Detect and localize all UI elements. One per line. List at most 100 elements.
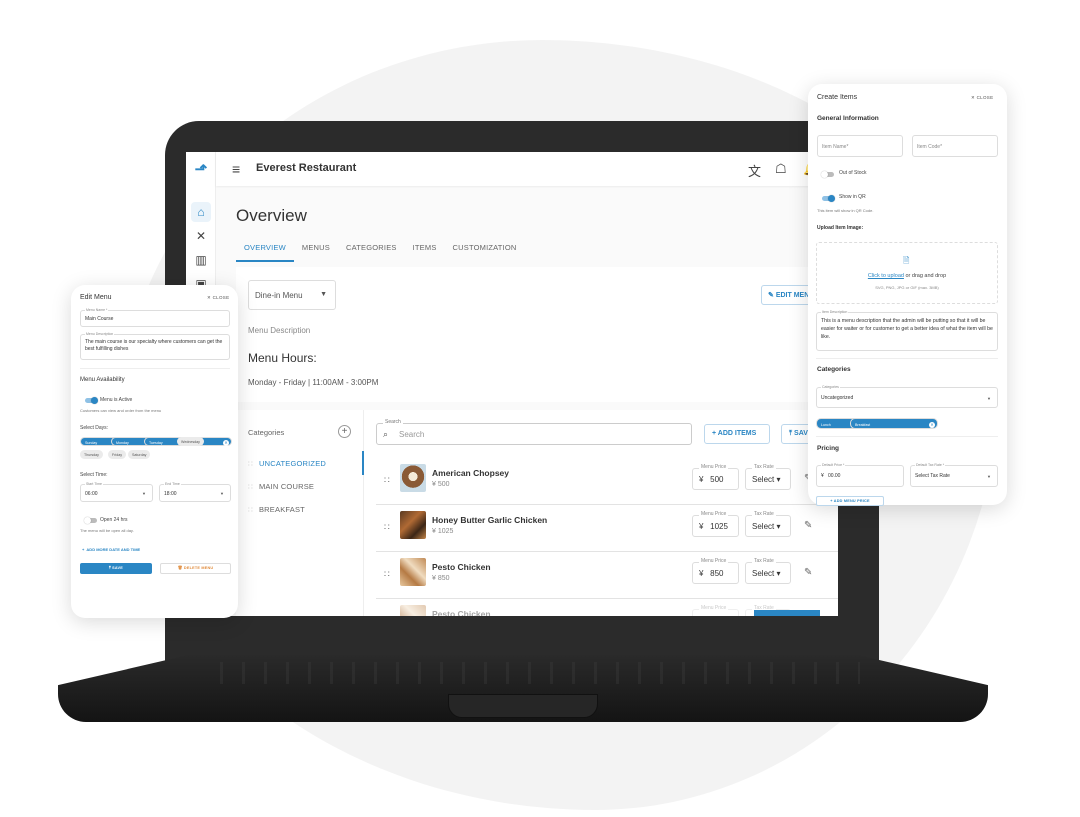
tax-rate-value: Select (752, 475, 775, 484)
day-chip-friday[interactable]: Friday (108, 450, 126, 459)
menu-name-label: Menu Name * (85, 308, 109, 312)
translate-icon[interactable]: 文 (748, 161, 761, 180)
item-description-field[interactable]: Item Description This is a menu descript… (816, 310, 998, 351)
tab-customization[interactable]: CUSTOMIZATION (445, 240, 525, 262)
out-of-stock-toggle[interactable] (821, 170, 834, 178)
item-code-input[interactable]: Item Code* (912, 135, 998, 157)
menu-description-field[interactable]: Menu Description The main course is our … (80, 332, 230, 360)
home-icon[interactable]: ⌂ (191, 202, 211, 222)
item-row[interactable]: ∷ Honey Butter Garlic Chicken ¥ 1025 Men… (376, 505, 838, 552)
edit-item-icon[interactable]: ✎ (804, 520, 812, 531)
category-label: BREAKFAST (258, 505, 305, 514)
add-more-label: ADD MORE DATE AND TIME (86, 547, 141, 552)
chip-label: Monday (116, 440, 129, 445)
drag-handle-icon[interactable]: ∷ (384, 569, 390, 580)
tax-rate-label: Tax Rate (752, 511, 776, 517)
hamburger-icon[interactable]: ≡ (232, 161, 240, 177)
add-menu-price-button[interactable]: + ADD MENU PRICE (816, 496, 884, 506)
tab-categories[interactable]: CATEGORIES (338, 240, 405, 262)
item-thumbnail (400, 511, 426, 539)
menu-price-field[interactable]: Menu Price (692, 605, 739, 616)
tab-bar: OVERVIEW MENUS CATEGORIES ITEMS CUSTOMIZ… (236, 240, 525, 262)
menu-price-field[interactable]: Menu Price ¥ 1025 (692, 511, 739, 537)
menu-price-field[interactable]: Menu Price ¥ 500 (692, 464, 739, 490)
add-more-date-time-button[interactable]: + ADD MORE DATE AND TIME (82, 547, 140, 552)
search-input[interactable]: Search ⌕ Search (376, 419, 692, 445)
select-time-label: Select Time: (80, 472, 108, 478)
add-items-button[interactable]: + ADD ITEMS (704, 424, 770, 444)
edit-menu-dialog: Edit Menu ✕ CLOSE Menu Name * Main Cours… (71, 285, 238, 618)
default-tax-rate-select[interactable]: Default Tax Rate * Select Tax Rate ▼ (910, 463, 998, 487)
tab-menus[interactable]: MENUS (294, 240, 338, 262)
category-chip-breakfast[interactable]: Breakfast ✕ (850, 418, 938, 429)
item-name: Pesto Chicken (432, 562, 491, 572)
menu-book-icon[interactable]: ▥ (191, 250, 211, 270)
pencil-icon: ✎ (768, 292, 774, 299)
add-menu-price-label: ADD MENU PRICE (833, 499, 870, 503)
caret-down-icon: ▼ (220, 491, 224, 496)
drag-handle-icon[interactable]: ∷ (248, 482, 253, 491)
stage: ⬏ ⌂ ✕ ▥ ▣ ≡ Everest Restaurant 文 ☖ 1 🔔 O… (0, 0, 1080, 817)
chip-label: Thursday (84, 452, 99, 457)
remove-chip-icon[interactable]: ✕ (223, 439, 229, 446)
menu-name-field[interactable]: Menu Name * Main Course (80, 308, 230, 327)
item-row[interactable]: ∷ Pesto Chicken ¥ 850 Menu Price ¥ 850 Ta… (376, 552, 838, 599)
start-time-select[interactable]: Start Time 06:00 ▼ (80, 482, 153, 502)
item-thumbnail (400, 605, 426, 616)
logo-icon[interactable]: ⬏ (191, 160, 211, 180)
day-chip-saturday[interactable]: Saturday (128, 450, 151, 459)
click-to-upload-link[interactable]: Click to upload (868, 273, 904, 279)
show-in-qr-toggle[interactable] (822, 194, 835, 202)
close-button[interactable]: ✕ CLOSE (207, 295, 229, 301)
save-label: SAVE (112, 566, 123, 570)
chip-label: Friday (112, 452, 122, 457)
tax-rate-select[interactable]: Tax Rate Select ▾ (745, 464, 791, 490)
store-icon[interactable]: ☖ (775, 161, 787, 177)
divider (816, 436, 998, 437)
menu-active-toggle[interactable] (85, 396, 98, 404)
floating-action-button[interactable] (754, 610, 820, 616)
drag-handle-icon[interactable]: ∷ (248, 505, 253, 514)
category-breakfast[interactable]: ∷ BREAKFAST (248, 505, 305, 514)
remove-chip-icon[interactable]: ✕ (929, 421, 935, 428)
default-tax-rate-label: Default Tax Rate * (915, 463, 946, 467)
out-of-stock-label: Out of Stock (839, 170, 867, 176)
tax-rate-select[interactable]: Tax Rate Select ▾ (745, 511, 791, 537)
upload-dropzone[interactable]: 🗎 Click to upload or drag and drop SVG, … (816, 242, 998, 304)
category-main-course[interactable]: ∷ MAIN COURSE (248, 482, 314, 491)
day-chip-thursday[interactable]: Thursday (80, 450, 103, 459)
menu-price-label: Menu Price (699, 464, 729, 470)
drag-handle-icon[interactable]: ∷ (248, 459, 253, 468)
categories-select[interactable]: Categories Uncategorized ▼ (816, 385, 998, 408)
delete-menu-button[interactable]: 🗑 DELETE MENU (160, 563, 231, 574)
tab-overview[interactable]: OVERVIEW (236, 240, 294, 262)
divider (816, 358, 998, 359)
utensils-icon[interactable]: ✕ (191, 226, 211, 246)
caret-down-icon: ▼ (987, 474, 991, 479)
file-upload-icon: 🗎 (903, 256, 910, 265)
item-name: American Chopsey (432, 468, 509, 478)
edit-item-icon[interactable]: ✎ (804, 567, 812, 578)
delete-label: DELETE MENU (183, 566, 214, 570)
default-price-field[interactable]: Default Price * ¥ 00.00 (816, 463, 904, 487)
end-time-select[interactable]: End Time 18:00 ▼ (159, 482, 231, 502)
day-chip-wednesday[interactable]: Wednesday (177, 437, 204, 446)
tab-items[interactable]: ITEMS (405, 240, 445, 262)
item-thumbnail (400, 558, 426, 586)
chip-label: Lunch (821, 422, 831, 427)
save-menu-button[interactable]: ⤒ SAVE (80, 563, 152, 574)
search-label: Search (383, 419, 403, 425)
category-uncategorized[interactable]: ∷ UNCATEGORIZED (248, 459, 326, 468)
drag-handle-icon[interactable]: ∷ (384, 522, 390, 533)
tax-rate-select[interactable]: Tax Rate Select ▾ (745, 558, 791, 584)
menu-price-field[interactable]: Menu Price ¥ 850 (692, 558, 739, 584)
open-24-toggle[interactable] (84, 516, 97, 524)
drag-handle-icon[interactable]: ∷ (384, 475, 390, 486)
item-row[interactable]: ∷ American Chopsey ¥ 500 Menu Price ¥ 500… (376, 458, 838, 505)
chip-label: Breakfast (855, 422, 871, 427)
item-name-input[interactable]: Item Name* (817, 135, 903, 157)
menu-select[interactable]: Dine-in Menu ▼ (248, 280, 336, 310)
item-name-placeholder: Item Name* (822, 144, 849, 150)
add-category-icon[interactable]: + (338, 425, 351, 438)
close-button[interactable]: ✕ CLOSE (971, 95, 993, 101)
